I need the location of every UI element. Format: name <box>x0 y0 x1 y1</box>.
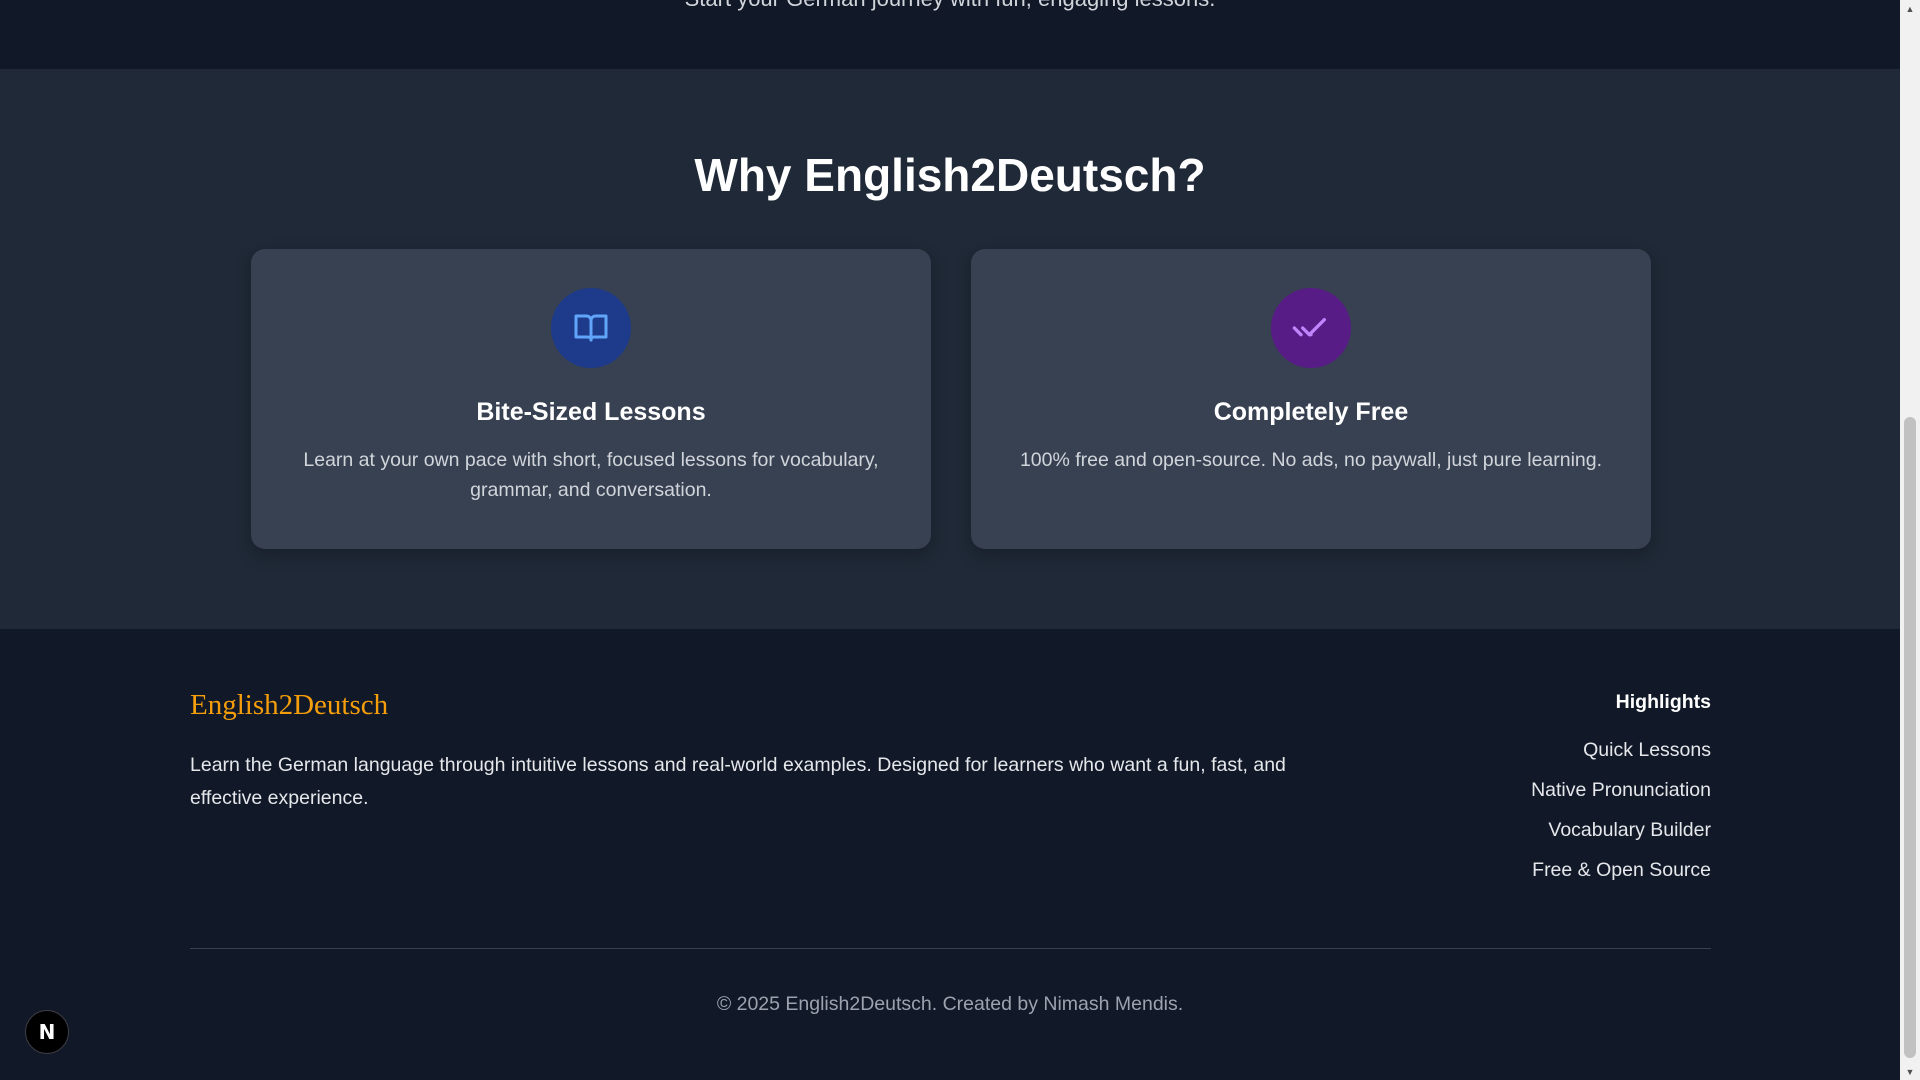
feature-icon-circle <box>551 288 631 368</box>
footer-about: Learn the German language through intuit… <box>190 754 1286 809</box>
book-open-icon <box>574 314 608 342</box>
highlights-title: Highlights <box>1615 691 1711 713</box>
feature-card-lessons: Bite-Sized Lessons Learn at your own pac… <box>251 249 931 549</box>
site-footer: English2Deutsch Learn the German languag… <box>0 629 1900 1080</box>
highlights-list: Quick Lessons Native Pronunciation Vocab… <box>1531 730 1711 890</box>
feature-title: Bite-Sized Lessons <box>476 398 706 426</box>
feature-card-free: Completely Free 100% free and open-sourc… <box>971 249 1651 549</box>
feature-icon-circle <box>1271 288 1351 368</box>
double-check-icon <box>1292 318 1326 337</box>
scrollbar-thumb[interactable] <box>1904 417 1916 1058</box>
page: Start your German journey with fun, enga… <box>0 0 1900 1080</box>
nextjs-icon: N <box>38 1020 56 1044</box>
nextjs-badge-button[interactable]: N <box>25 1010 69 1054</box>
hero-section-tail: Start your German journey with fun, enga… <box>0 0 1900 69</box>
scroll-down-arrow-icon[interactable]: ▼ <box>1900 1063 1920 1080</box>
features-heading: Why English2Deutsch? <box>694 149 1206 201</box>
highlight-free-open-source[interactable]: Free & Open Source <box>1531 850 1711 890</box>
footer-brand: English2Deutsch <box>190 689 389 721</box>
highlight-vocabulary-builder[interactable]: Vocabulary Builder <box>1531 810 1711 850</box>
feature-title: Completely Free <box>1213 398 1409 426</box>
scroll-up-arrow-icon[interactable]: ▲ <box>1900 0 1920 17</box>
feature-description: 100% free and open-source. No ads, no pa… <box>1019 449 1603 471</box>
highlight-quick-lessons[interactable]: Quick Lessons <box>1531 730 1711 770</box>
footer-copyright: © 2025 English2Deutsch. Created by Nimas… <box>716 993 1184 1015</box>
hero-subtitle: Start your German journey with fun, enga… <box>0 0 1900 12</box>
highlight-native-pronunciation[interactable]: Native Pronunciation <box>1531 770 1711 810</box>
footer-highlights: Highlights Quick Lessons Native Pronunci… <box>1531 691 1711 890</box>
feature-description: Learn at your own pace with short, focus… <box>303 449 879 501</box>
features-section: Why English2Deutsch? Bite-Sized Lessons … <box>0 69 1900 629</box>
footer-divider <box>190 948 1711 949</box>
vertical-scrollbar[interactable]: ▲ ▼ <box>1900 0 1920 1080</box>
